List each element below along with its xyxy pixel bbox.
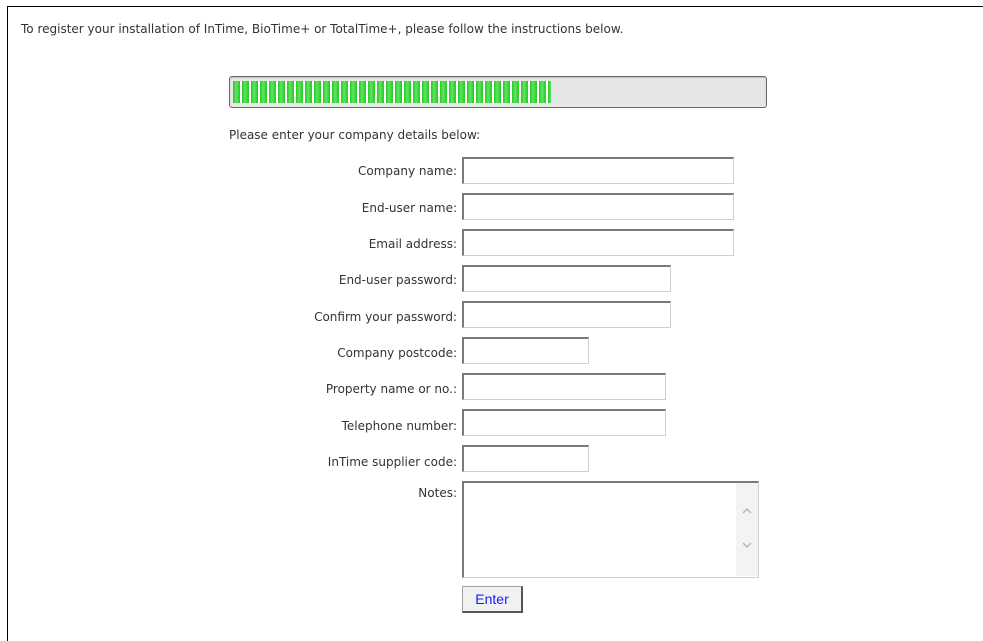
property-name-label: Property name or no.: (325, 382, 457, 396)
end-user-name-input[interactable] (462, 193, 734, 220)
company-name-label: Company name: (358, 164, 457, 178)
end-user-name-label: End-user name: (361, 201, 457, 215)
supplier-code-label: InTime supplier code: (327, 455, 457, 469)
registration-progress-bar (229, 76, 767, 108)
telephone-number-label: Telephone number: (341, 419, 457, 433)
end-user-password-input[interactable] (462, 265, 671, 292)
confirm-password-input[interactable] (462, 301, 671, 328)
notes-textarea[interactable] (464, 483, 734, 576)
chevron-down-icon[interactable] (741, 539, 753, 551)
end-user-password-label: End-user password: (338, 273, 457, 287)
company-postcode-label: Company postcode: (337, 346, 457, 360)
company-postcode-input[interactable] (462, 337, 589, 364)
progress-bar-fill (233, 81, 551, 103)
confirm-password-label: Confirm your password: (314, 310, 457, 324)
notes-textarea-box (462, 481, 759, 578)
supplier-code-input[interactable] (462, 445, 589, 472)
enter-button[interactable]: Enter (462, 586, 523, 613)
email-address-input[interactable] (462, 229, 734, 256)
email-address-label: Email address: (368, 237, 457, 251)
notes-scrollbar[interactable] (736, 483, 758, 576)
company-name-input[interactable] (462, 157, 734, 184)
property-name-input[interactable] (462, 373, 666, 400)
form-heading: Please enter your company details below: (229, 128, 481, 142)
chevron-up-icon[interactable] (741, 505, 753, 517)
telephone-number-input[interactable] (462, 409, 666, 436)
intro-text: To register your installation of InTime,… (21, 22, 624, 36)
notes-label: Notes: (418, 486, 457, 500)
